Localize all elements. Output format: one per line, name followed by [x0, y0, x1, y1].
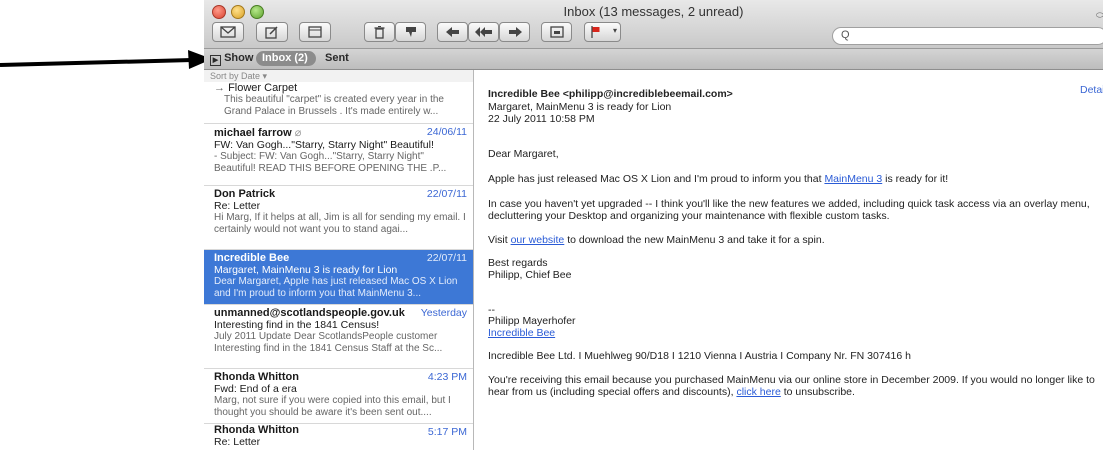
paragraph-3: Visit our website to download the new Ma…: [488, 233, 825, 246]
header-date: 22 July 2011 10:58 PM: [488, 113, 595, 125]
list-item[interactable]: michael farrow ⌀ 24/06/11 FW: Van Gogh..…: [204, 124, 473, 186]
message-subject: Margaret, MainMenu 3 is ready for Lion: [214, 264, 398, 276]
annotation-arrow: [0, 50, 212, 69]
message-subject: FW: Van Gogh..."Starry, Starry Night" Be…: [214, 139, 434, 151]
sent-tab[interactable]: Sent: [325, 52, 349, 64]
reply-icon: [445, 27, 459, 37]
incredible-bee-link[interactable]: Incredible Bee: [488, 327, 555, 339]
replied-icon: →: [214, 82, 225, 94]
archive-icon: [549, 26, 564, 38]
list-item[interactable]: Rhonda Whitton 4:23 PM Fwd: End of a era…: [204, 369, 473, 424]
message-date: Yesterday: [420, 307, 467, 319]
message-subject: Fwd: End of a era: [214, 383, 297, 395]
message-date: 22/07/11: [426, 188, 467, 200]
message-preview: Hi Marg, If it helps at all, Jim is all …: [214, 212, 466, 235]
message-date: 5:17 PM: [427, 426, 467, 438]
mailbox-toggle-icon: ▶: [210, 55, 221, 66]
mainmenu-link[interactable]: MainMenu 3: [824, 173, 882, 185]
company-info: Incredible Bee Ltd. I Muehlweg 90/D18 I …: [488, 349, 911, 362]
unsubscribe-link[interactable]: click here: [736, 386, 780, 398]
signature-name: Philipp Mayerhofer: [488, 314, 576, 327]
message-preview: Marg, not sure if you were copied into t…: [214, 395, 451, 418]
website-link[interactable]: our website: [511, 234, 565, 246]
attachment-icon: ⌀: [294, 127, 302, 139]
list-item[interactable]: Don Patrick 22/07/11 Re: Letter Hi Marg,…: [204, 186, 473, 250]
flag-icon: [591, 26, 600, 38]
list-item[interactable]: → Flower Carpet This beautiful "carpet" …: [204, 82, 473, 124]
message-preview: Dear Margaret, Apple has just released M…: [214, 276, 458, 299]
trash-icon: [374, 25, 385, 39]
delete-button[interactable]: [364, 22, 395, 42]
window-title: Inbox (13 messages, 2 unread): [563, 4, 744, 19]
message-sender: → Flower Carpet: [214, 82, 298, 94]
toolbar-toggle[interactable]: ⬭: [1096, 10, 1103, 21]
search-input[interactable]: Q: [832, 27, 1103, 45]
junk-icon: [405, 27, 416, 37]
mail-window: Inbox (13 messages, 2 unread) ⬭ ▾ Q ▶ Sh…: [204, 0, 1103, 450]
title-bar: Inbox (13 messages, 2 unread) ⬭ ▾ Q: [204, 0, 1103, 49]
flag-button[interactable]: ▾: [584, 22, 621, 42]
reply-button[interactable]: [437, 22, 468, 42]
new-note-button[interactable]: [299, 22, 331, 42]
message-date: 24/06/11: [426, 126, 467, 138]
show-mailboxes-button[interactable]: ▶ Show: [210, 52, 253, 66]
inbox-tab[interactable]: Inbox (2): [256, 51, 316, 66]
message-preview: July 2011 Update Dear ScotlandsPeople cu…: [214, 331, 443, 354]
get-mail-button[interactable]: [212, 22, 244, 42]
list-item[interactable]: unmanned@scotlandspeople.gov.uk Yesterda…: [204, 305, 473, 369]
signature-separator: --: [488, 303, 495, 316]
chevron-down-icon: ▾: [612, 26, 617, 35]
message-header: Incredible Bee <philipp@incrediblebeemai…: [488, 88, 1098, 126]
compose-icon: [265, 25, 278, 39]
message-subject: Interesting find in the 1841 Census!: [214, 319, 380, 331]
reply-all-button[interactable]: [468, 22, 499, 42]
favorites-bar: ▶ Show Inbox (2) Sent: [204, 49, 1103, 70]
envelope-icon: [220, 26, 236, 38]
message-body: Incredible Bee <philipp@incrediblebeemai…: [488, 88, 1098, 399]
greeting: Dear Margaret,: [488, 147, 559, 160]
archive-button[interactable]: [541, 22, 572, 42]
message-subject: Re: Letter: [214, 200, 261, 212]
list-item-selected[interactable]: Incredible Bee 22/07/11 Margaret, MainMe…: [204, 250, 473, 305]
sort-by-date-button[interactable]: Sort by Date ▾: [204, 70, 473, 82]
sign-off: Best regards: [488, 256, 548, 269]
compose-button[interactable]: [256, 22, 288, 42]
footer-text: You're receiving this email because you …: [488, 373, 1095, 399]
signature: Philipp, Chief Bee: [488, 268, 572, 281]
message-preview: This beautiful "carpet" is created every…: [224, 94, 444, 117]
message-list: Sort by Date ▾ → Flower Carpet This beau…: [204, 70, 474, 450]
message-preview: - Subject: FW: Van Gogh..."Starry, Starr…: [214, 151, 447, 174]
show-label: Show: [224, 52, 254, 64]
forward-button[interactable]: [499, 22, 530, 42]
forward-icon: [508, 27, 522, 37]
paragraph-2: In case you haven't yet upgraded -- I th…: [488, 197, 1090, 223]
message-date: 22/07/11: [426, 252, 467, 264]
list-item[interactable]: Rhonda Whitton 5:17 PM Re: Letter: [204, 424, 473, 450]
search-icon: Q: [841, 29, 850, 41]
header-from: Incredible Bee <philipp@incrediblebeemai…: [488, 88, 733, 100]
header-subject: Margaret, MainMenu 3 is ready for Lion: [488, 100, 672, 113]
paragraph-1: Apple has just released Mac OS X Lion an…: [488, 172, 949, 185]
note-icon: [308, 26, 322, 38]
message-date: 4:23 PM: [427, 371, 467, 383]
junk-button[interactable]: [395, 22, 426, 42]
reply-all-icon: [474, 27, 492, 37]
